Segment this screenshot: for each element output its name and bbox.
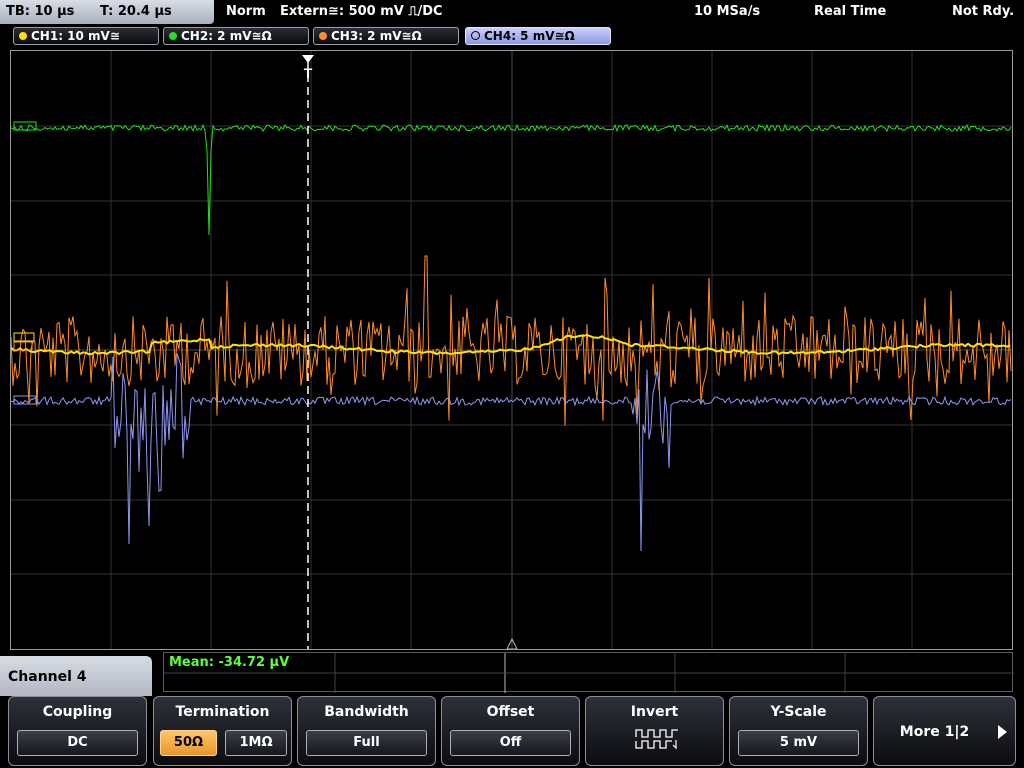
coupling-value[interactable]: DC	[17, 730, 138, 756]
channel-tab-ch2[interactable]: CH2: 2 mV≅Ω	[163, 27, 309, 45]
ch2-color-dot	[169, 32, 177, 40]
ch3-offset-marker[interactable]	[13, 341, 33, 351]
trigger-arrow-icon	[302, 55, 314, 63]
termination-1mohm-option[interactable]: 1MΩ	[225, 730, 287, 756]
more-softkey[interactable]: More 1|2	[873, 696, 1016, 766]
ch1-offset-marker[interactable]	[13, 332, 35, 342]
ch3-label: CH3: 2 mV≅Ω	[331, 29, 422, 43]
timebase-box[interactable]: TB: 10 µs T: 20.4 µs	[0, 0, 214, 24]
offset-softkey[interactable]: Offset Off	[441, 696, 580, 766]
channel-tab-ch3[interactable]: CH3: 2 mV≅Ω	[313, 27, 459, 45]
measurement-grid	[164, 653, 1014, 693]
ch4-label: CH4: 5 mV≅Ω	[484, 29, 575, 43]
offset-value[interactable]: Off	[450, 730, 571, 756]
acquisition-state: Not Rdy.	[952, 4, 1015, 19]
ch2-label: CH2: 2 mV≅Ω	[181, 29, 272, 43]
y-scale-softkey[interactable]: Y-Scale 5 mV	[729, 696, 868, 766]
y-scale-title: Y-Scale	[770, 704, 827, 720]
y-scale-value[interactable]: 5 mV	[738, 730, 859, 756]
arrow-right-icon	[998, 725, 1007, 739]
offset-title: Offset	[486, 704, 535, 720]
status-bar: TB: 10 µs T: 20.4 µs Norm Extern≅: 500 m…	[0, 0, 1024, 24]
bandwidth-softkey[interactable]: Bandwidth Full	[297, 696, 436, 766]
waveform-traces	[11, 123, 1012, 552]
termination-title: Termination	[175, 704, 270, 720]
coupling-softkey[interactable]: Coupling DC	[8, 696, 147, 766]
channel-tab-ch4[interactable]: CH4: 5 mV≅Ω	[465, 27, 611, 45]
more-label: More 1|2	[899, 724, 970, 740]
invert-softkey[interactable]: Invert	[585, 696, 724, 766]
ch1-color-dot	[19, 32, 27, 40]
timebase-label: TB: 10 µs	[6, 4, 75, 19]
channel-tab-ch1[interactable]: CH1: 10 mV≅	[13, 27, 159, 45]
termination-softkey[interactable]: Termination 50Ω 1MΩ	[153, 696, 292, 766]
acquisition-mode: Real Time	[814, 4, 887, 19]
sample-rate: 10 MSa/s	[694, 4, 761, 19]
ch4-trace	[11, 353, 1012, 552]
softkey-bar: Coupling DC Termination 50Ω 1MΩ Bandwidt…	[0, 696, 1024, 768]
invert-title: Invert	[630, 704, 679, 720]
ch4-color-dot	[471, 31, 480, 40]
channel-offset-markers	[13, 121, 37, 405]
trigger-time-label: T: 20.4 µs	[100, 4, 172, 19]
invert-waveform-icon	[635, 729, 678, 750]
menu-title-box: Channel 4	[0, 656, 152, 700]
ch2-trace	[11, 123, 1012, 236]
trigger-mode[interactable]: Norm	[226, 4, 266, 19]
bandwidth-value[interactable]: Full	[306, 730, 427, 756]
waveform-canvas: T	[11, 51, 1012, 649]
trigger-label: T	[304, 65, 313, 81]
menu-title: Channel 4	[8, 669, 87, 685]
termination-50ohm-option[interactable]: 50Ω	[160, 730, 217, 756]
waveform-display[interactable]: T	[10, 50, 1013, 650]
ch3-color-dot	[319, 32, 327, 40]
measurement-panel: Mean: -34.72 µV	[163, 652, 1014, 693]
ch1-label: CH1: 10 mV≅	[31, 29, 120, 43]
trigger-source[interactable]: Extern≅: 500 mV ⎍/DC	[280, 4, 443, 19]
bandwidth-title: Bandwidth	[324, 704, 409, 720]
coupling-title: Coupling	[42, 704, 113, 720]
